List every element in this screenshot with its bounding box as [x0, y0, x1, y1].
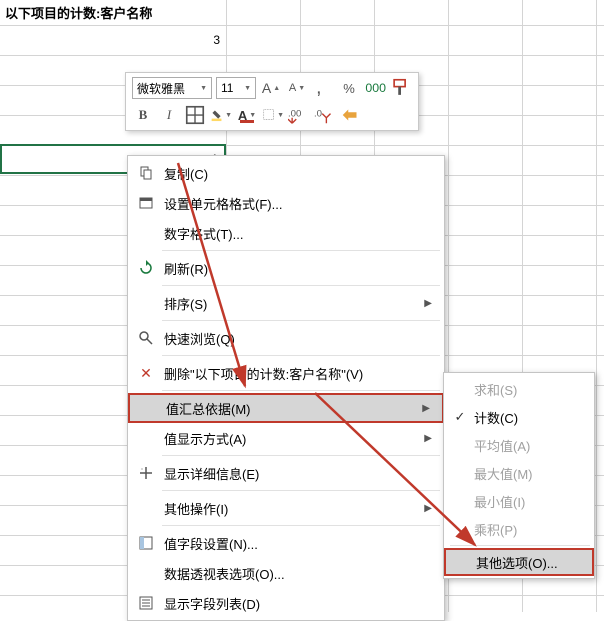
- menu-show-details[interactable]: 显示详细信息(E): [128, 458, 444, 488]
- italic-button[interactable]: I: [158, 104, 180, 126]
- x-icon: ✕: [140, 365, 152, 382]
- submenu-average[interactable]: 平均值(A): [444, 431, 594, 459]
- menu-format-cells[interactable]: 设置单元格格式(F)...: [128, 188, 444, 218]
- submenu-arrow-icon: ▶: [424, 433, 436, 444]
- magnifier-icon: [138, 330, 154, 346]
- menu-other-actions[interactable]: 其他操作(I) ▶: [128, 493, 444, 523]
- font-size-dropdown[interactable]: 11 ▼: [216, 77, 256, 99]
- refresh-icon: [138, 260, 154, 276]
- thousands-icon[interactable]: 000: [364, 77, 386, 99]
- borders-dropdown[interactable]: ▼: [262, 104, 284, 126]
- svg-text:,: ,: [316, 78, 321, 99]
- mini-toolbar: 微软雅黑 ▼ 11 ▼ A▲ A▼ , % 000 B I ▼ A▼: [125, 72, 419, 131]
- menu-field-settings[interactable]: 值字段设置(N)...: [128, 528, 444, 558]
- chevron-down-icon: ▼: [244, 85, 251, 92]
- cell-value: 3: [213, 33, 220, 47]
- decrease-decimal-button[interactable]: .00: [288, 104, 310, 126]
- menu-show-field-list[interactable]: 显示字段列表(D): [128, 588, 444, 618]
- submenu-arrow-icon: ▶: [424, 298, 436, 309]
- submenu-min[interactable]: 最小值(I): [444, 487, 594, 515]
- menu-copy[interactable]: 复制(C): [128, 158, 444, 188]
- format-painter-button[interactable]: [390, 77, 412, 99]
- increase-decimal-button[interactable]: .0: [314, 104, 336, 126]
- submenu-max[interactable]: 最大值(M): [444, 459, 594, 487]
- submenu-sum[interactable]: 求和(S): [444, 375, 594, 403]
- submenu-product[interactable]: 乘积(P): [444, 515, 594, 543]
- svg-text:000: 000: [365, 81, 386, 95]
- header-text: 以下项目的计数:客户名称: [5, 3, 152, 22]
- cell-a2[interactable]: 3: [0, 26, 226, 54]
- menu-show-values-as[interactable]: 值显示方式(A) ▶: [128, 423, 444, 453]
- submenu-more-options[interactable]: 其他选项(O)...: [444, 548, 594, 576]
- check-icon: ✓: [450, 409, 470, 425]
- submenu-count[interactable]: ✓ 计数(C): [444, 403, 594, 431]
- svg-text:.0: .0: [314, 108, 322, 119]
- decrease-font-button[interactable]: A▼: [286, 77, 308, 99]
- format-cells-icon: [138, 195, 154, 211]
- menu-pivot-options[interactable]: 数据透视表选项(O)...: [128, 558, 444, 588]
- menu-sort[interactable]: 排序(S) ▶: [128, 288, 444, 318]
- menu-refresh[interactable]: 刷新(R): [128, 253, 444, 283]
- svg-text:.00: .00: [288, 108, 301, 119]
- pivot-header-cell[interactable]: 以下项目的计数:客户名称: [0, 0, 226, 25]
- menu-number-format[interactable]: 数字格式(T)...: [128, 218, 444, 248]
- font-name-dropdown[interactable]: 微软雅黑 ▼: [132, 77, 212, 99]
- expand-icon: [138, 465, 154, 481]
- fill-color-button[interactable]: ▼: [210, 104, 232, 126]
- format-painter-icon[interactable]: [340, 104, 362, 126]
- font-color-button[interactable]: A▼: [236, 104, 258, 126]
- context-menu: 复制(C) 设置单元格格式(F)... 数字格式(T)... 刷新(R) 排序(…: [127, 155, 445, 621]
- menu-quick-browse[interactable]: 快速浏览(Q): [128, 323, 444, 353]
- chevron-down-icon: ▼: [200, 85, 207, 92]
- list-icon: [138, 595, 154, 611]
- submenu-arrow-icon: ▶: [424, 503, 436, 514]
- bold-button[interactable]: B: [132, 104, 154, 126]
- submenu-arrow-icon: ▶: [422, 403, 434, 414]
- border-button[interactable]: [184, 104, 206, 126]
- comma-format-button[interactable]: ,: [312, 77, 334, 99]
- copy-icon: [138, 165, 154, 181]
- increase-font-button[interactable]: A▲: [260, 77, 282, 99]
- field-settings-icon: [138, 535, 154, 551]
- summarize-submenu: 求和(S) ✓ 计数(C) 平均值(A) 最大值(M) 最小值(I) 乘积(P)…: [443, 372, 595, 579]
- menu-summarize-by[interactable]: 值汇总依据(M) ▶: [128, 393, 444, 423]
- menu-remove[interactable]: ✕ 删除"以下项目的计数:客户名称"(V): [128, 358, 444, 388]
- percent-format-button[interactable]: %: [338, 77, 360, 99]
